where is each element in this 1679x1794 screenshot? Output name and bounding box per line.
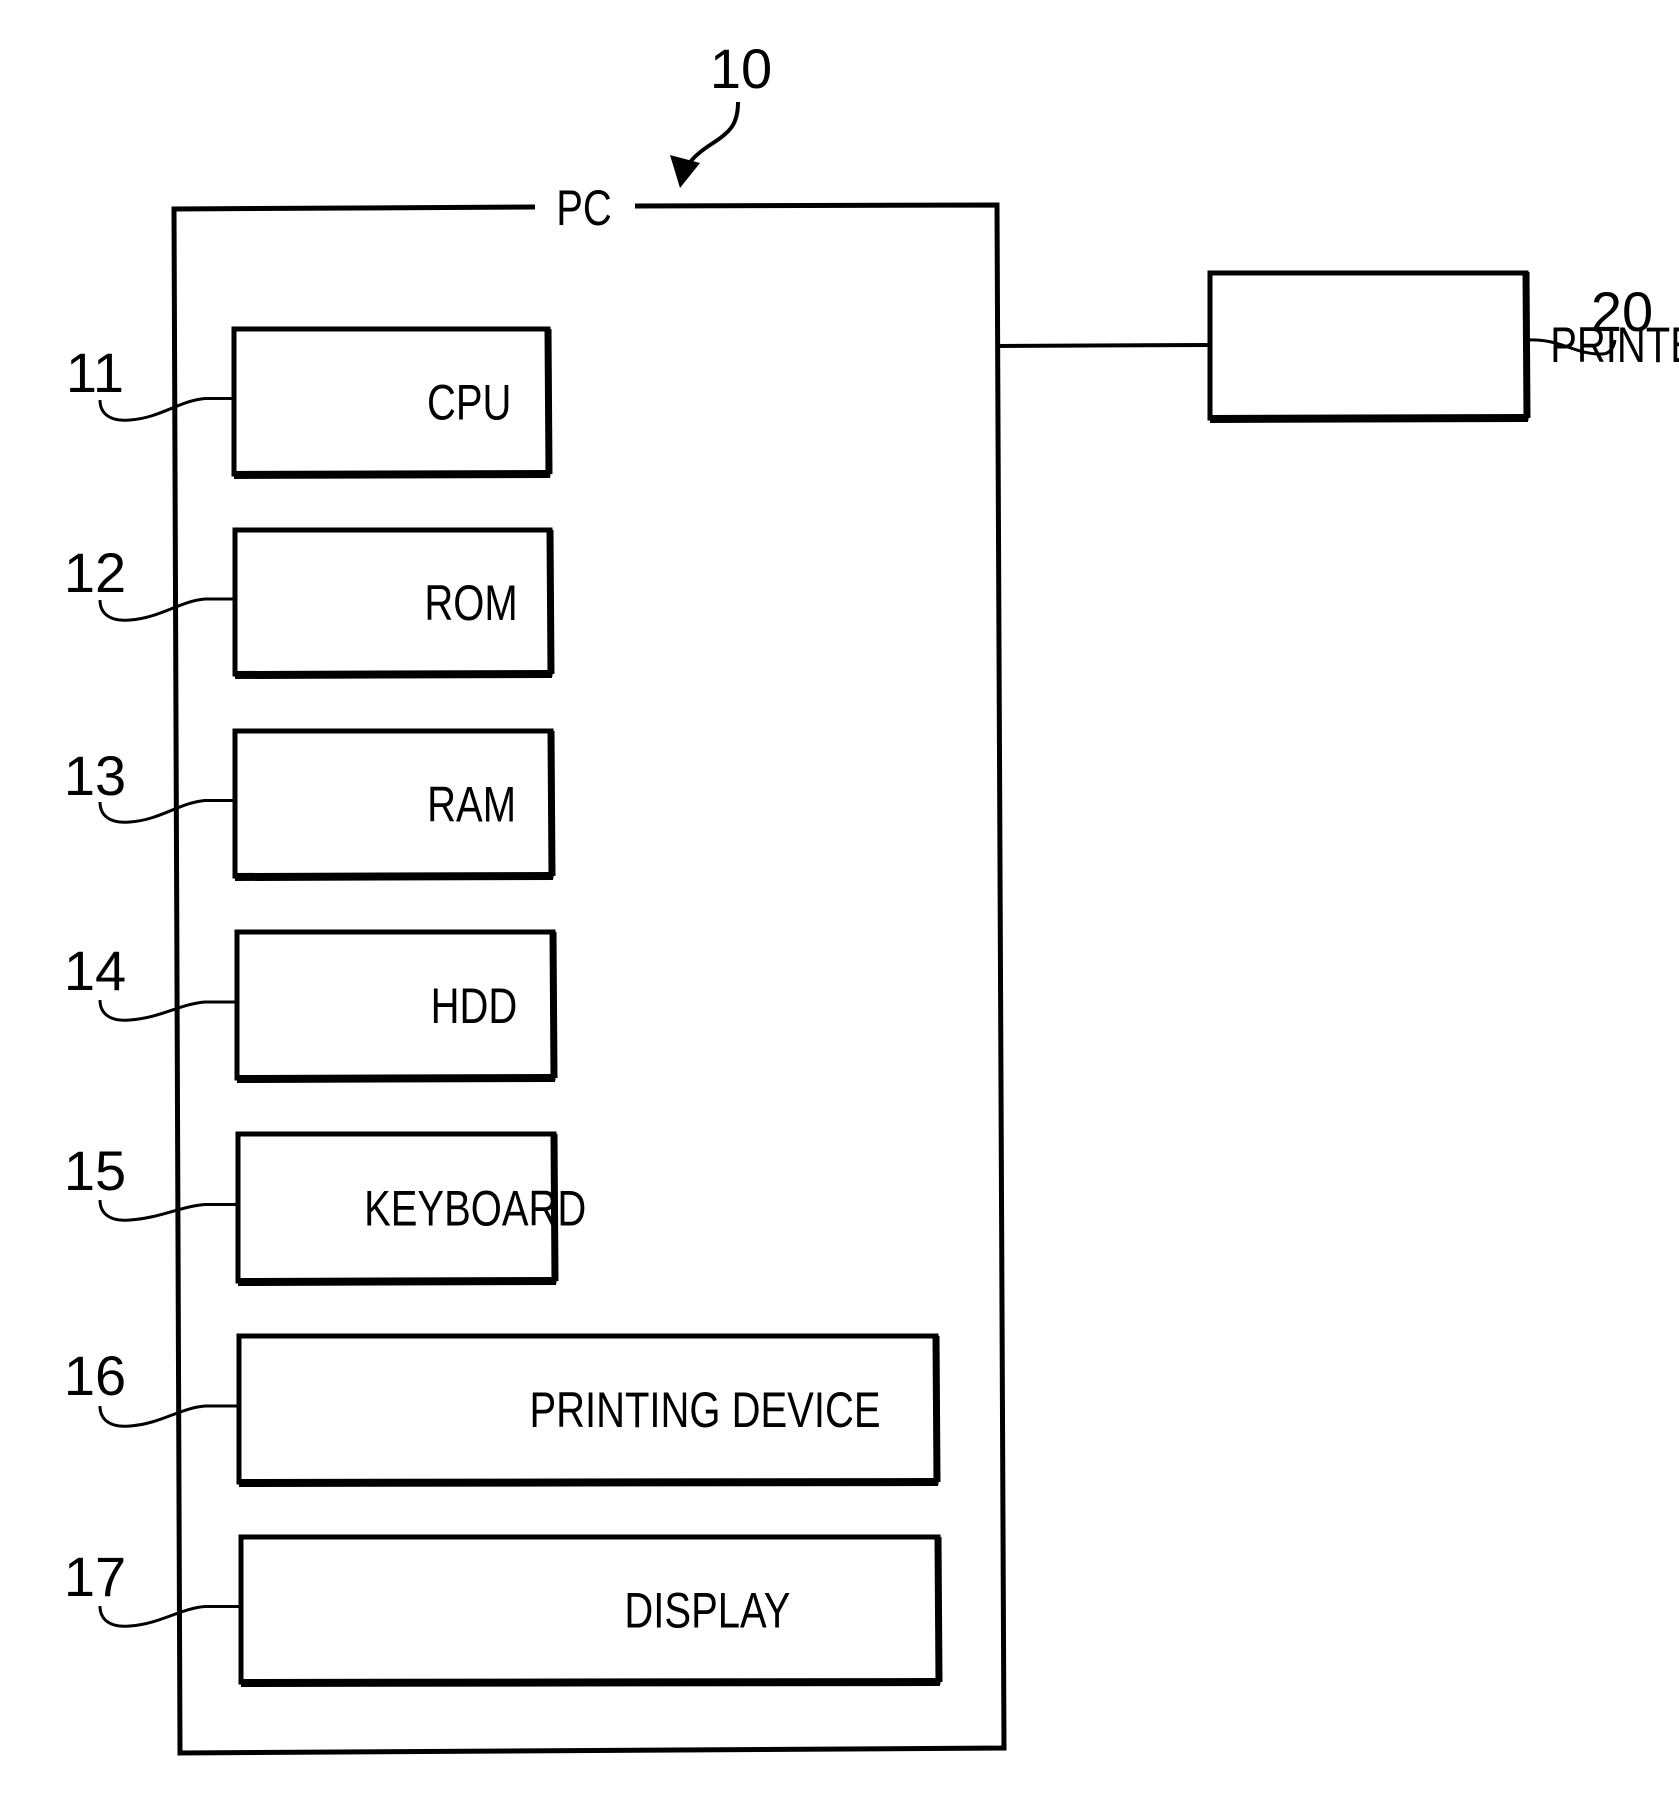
component-display: DISPLAY 17 [64, 1534, 943, 1687]
display-box [238, 1534, 941, 1685]
display-label: DISPLAY [624, 1582, 790, 1638]
rom-box-bottom-edge [234, 670, 553, 679]
printing-device-box-bottom-edge [238, 1478, 939, 1487]
hdd-box-right-edge [549, 931, 558, 1079]
ram-box-bottom-edge [234, 872, 554, 881]
component-printing-device: PRINTING DEVICE 16 [64, 1333, 941, 1487]
ram-box-right-edge [547, 730, 556, 877]
ref-number-12: 12 [64, 541, 126, 604]
ref-number-11: 11 [66, 341, 124, 404]
ref-number-17: 17 [64, 1545, 126, 1608]
ref-number-13: 13 [64, 744, 126, 807]
pointer-arrow-icon [670, 101, 740, 188]
cpu-box-bottom-edge [233, 470, 551, 479]
rom-label: ROM [424, 575, 517, 631]
ref-15-leader [98, 1199, 238, 1222]
cpu-label: CPU [427, 374, 511, 430]
pc-label: PC [556, 180, 612, 236]
ref-number-14: 14 [64, 939, 126, 1002]
display-box-right-edge [934, 1536, 943, 1683]
pc-box-outline [171, 202, 1007, 1756]
component-cpu: CPU 11 [66, 326, 553, 479]
component-rom: ROM 12 [64, 527, 555, 679]
hdd-label: HDD [431, 978, 518, 1034]
ref-number-10: 10 [710, 37, 772, 100]
block-diagram: PC 10 CPU 11 ROM 12 RAM 13 HDD 14 KEYBOARD 15 PRIN… [64, 37, 1679, 1756]
pc-box [171, 202, 1007, 1756]
ref-16-leader [98, 1404, 239, 1428]
ref-17-leader [98, 1605, 241, 1628]
printing-device-box-right-edge [932, 1335, 941, 1483]
keyboard-box-bottom-edge [237, 1277, 557, 1286]
component-ram: RAM 13 [64, 728, 556, 881]
printer-box [1207, 270, 1531, 423]
ref-number-15: 15 [64, 1139, 126, 1202]
rom-box-right-edge [546, 529, 555, 675]
ref-number-16: 16 [64, 1344, 126, 1407]
keyboard-label: KEYBOARD [364, 1180, 586, 1236]
display-box-bottom-edge [240, 1678, 941, 1687]
component-keyboard: KEYBOARD 15 [64, 1131, 586, 1286]
ref-number-20: 20 [1591, 280, 1653, 343]
component-list: CPU 11 ROM 12 RAM 13 HDD 14 KEYBOARD 15 PRINTING D… [64, 326, 943, 1687]
pc-printer-connection [998, 343, 1209, 348]
hdd-box-bottom-edge [236, 1074, 556, 1083]
ram-label: RAM [427, 776, 516, 832]
printing-device-label: PRINTING DEVICE [529, 1382, 880, 1438]
cpu-box-right-edge [544, 328, 553, 475]
component-hdd: HDD 14 [64, 929, 558, 1083]
ref-14-leader [98, 999, 237, 1022]
